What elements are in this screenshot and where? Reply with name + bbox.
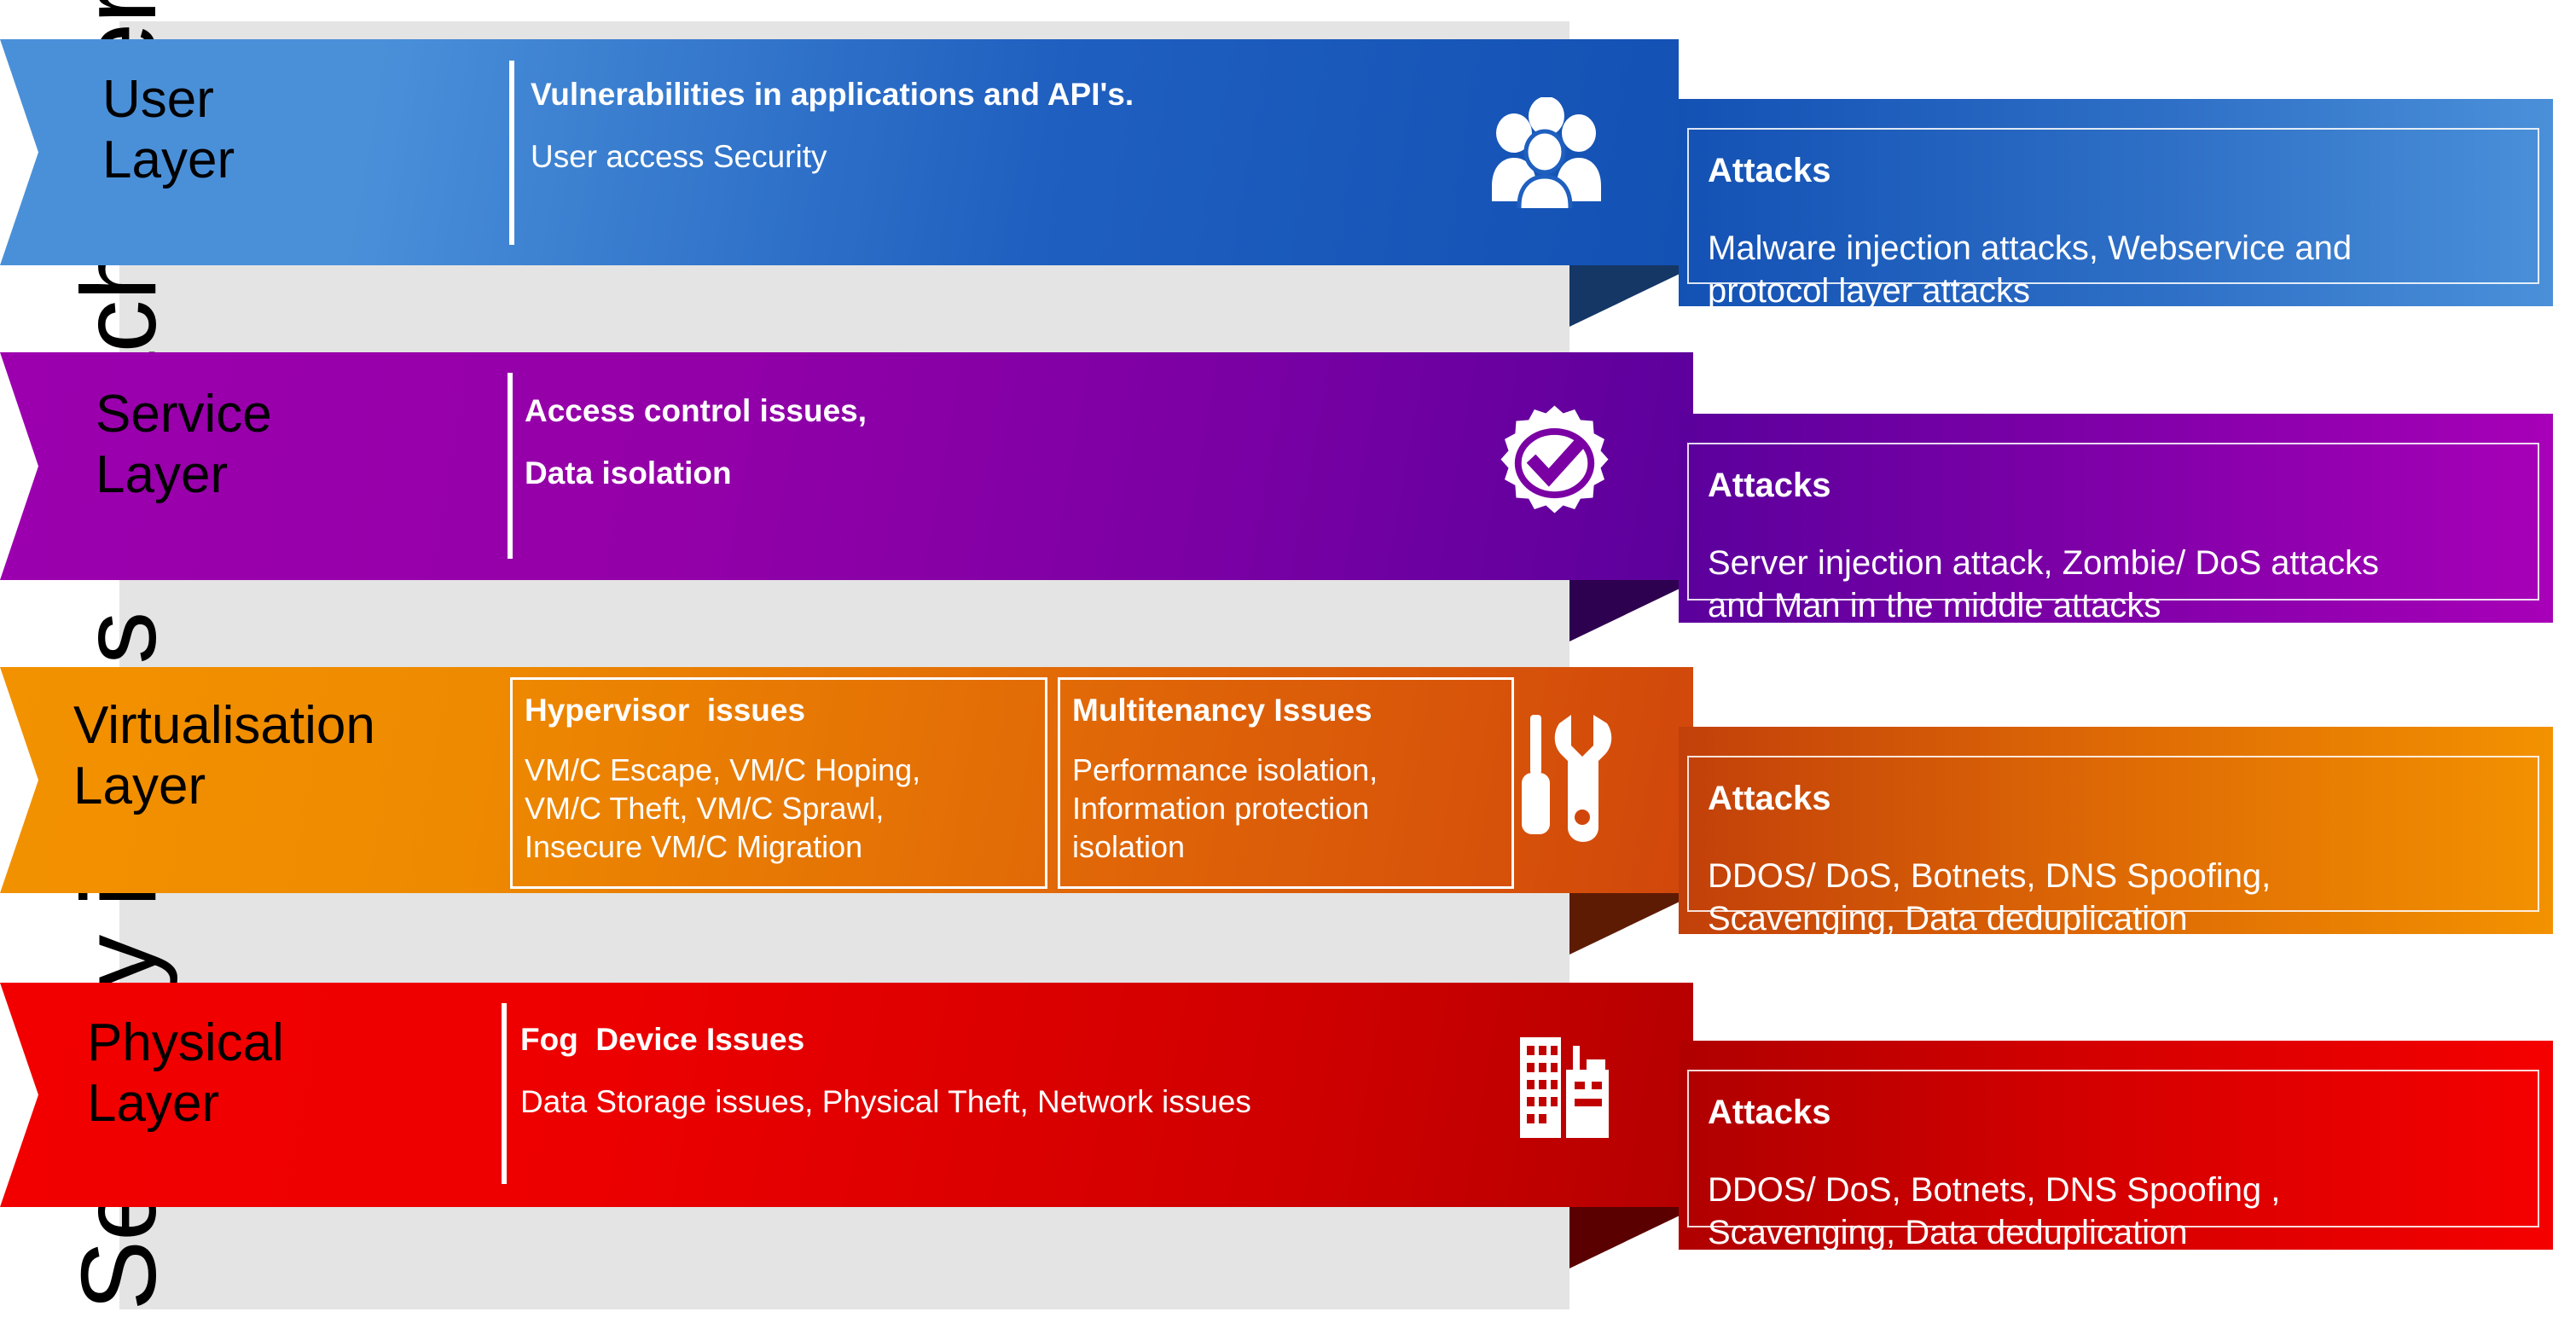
layer-banner-virtualisation[interactable]: Virtualisation Layer Hypervisor issues V… (0, 667, 1693, 893)
layer-title-user: User Layer (102, 70, 235, 189)
layer-title-physical: Physical Layer (87, 1013, 284, 1133)
layer-title-service: Service Layer (96, 385, 272, 504)
layer-row-service: Service Layer Access control issues, Dat… (0, 352, 2576, 641)
subbox-heading: Hypervisor issues (525, 693, 806, 728)
layer-divider (508, 373, 513, 559)
subbox-text: Performance isolation, Information prote… (1072, 752, 1378, 864)
issues-text: Data Storage issues, Physical Theft, Net… (520, 1083, 1251, 1119)
layer-title-virtualisation: Virtualisation Layer (73, 696, 375, 815)
attacks-text: Server injection attack, Zombie/ DoS att… (1708, 544, 2379, 624)
attacks-heading: Attacks (1708, 780, 1831, 817)
issues-text: Data isolation (525, 455, 732, 490)
buildings-icon (1518, 1025, 1610, 1143)
layer-banner-user[interactable]: User Layer Vulnerabilities in applicatio… (0, 39, 1679, 265)
issues-heading: Vulnerabilities in applications and API'… (531, 77, 1134, 112)
attacks-heading: Attacks (1708, 467, 1831, 504)
attacks-text: DDOS/ DoS, Botnets, DNS Spoofing, Scaven… (1708, 857, 2271, 937)
issues-heading: Access control issues, (525, 393, 867, 428)
attacks-heading: Attacks (1708, 152, 1831, 189)
issues-user: Vulnerabilities in applications and API'… (531, 77, 1435, 176)
attacks-callout-service[interactable]: Attacks Server injection attack, Zombie/… (1679, 414, 2553, 624)
attacks-text: Malware injection attacks, Webservice an… (1708, 229, 2353, 310)
subbox-hypervisor[interactable]: Hypervisor issues VM/C Escape, VM/C Hopi… (510, 677, 1047, 889)
diagram-canvas: Security issues at each layer User Layer… (0, 0, 2576, 1329)
issues-service: Access control issues, Data isolation (525, 393, 1429, 492)
layer-row-physical: Physical Layer Fog Device Issues Data St… (0, 983, 2576, 1268)
attacks-callout-user[interactable]: Attacks Malware injection attacks, Webse… (1679, 99, 2553, 310)
layer-row-user: User Layer Vulnerabilities in applicatio… (0, 39, 2576, 327)
attacks-text: DDOS/ DoS, Botnets, DNS Spoofing , Scave… (1708, 1171, 2281, 1251)
verified-badge-icon (1497, 403, 1612, 523)
subbox-text: VM/C Escape, VM/C Hoping, VM/C Theft, VM… (525, 752, 921, 864)
issues-text: User access Security (531, 138, 827, 174)
layer-banner-service[interactable]: Service Layer Access control issues, Dat… (0, 352, 1693, 580)
layer-banner-physical[interactable]: Physical Layer Fog Device Issues Data St… (0, 983, 1693, 1207)
users-icon (1488, 97, 1604, 208)
layer-divider (502, 1003, 507, 1184)
attacks-callout-physical[interactable]: Attacks DDOS/ DoS, Botnets, DNS Spoofing… (1679, 1041, 2553, 1251)
layer-divider (509, 61, 514, 245)
attacks-callout-virtualisation[interactable]: Attacks DDOS/ DoS, Botnets, DNS Spoofing… (1679, 727, 2553, 937)
issues-physical: Fog Device Issues Data Storage issues, P… (520, 1022, 1510, 1121)
layer-row-virtualisation: Virtualisation Layer Hypervisor issues V… (0, 667, 2576, 955)
issues-heading: Fog Device Issues (520, 1022, 805, 1057)
subbox-multitenancy[interactable]: Multitenancy Issues Performance isolatio… (1058, 677, 1514, 889)
subbox-heading: Multitenancy Issues (1072, 693, 1372, 728)
tools-icon (1518, 710, 1621, 846)
attacks-heading: Attacks (1708, 1094, 1831, 1131)
